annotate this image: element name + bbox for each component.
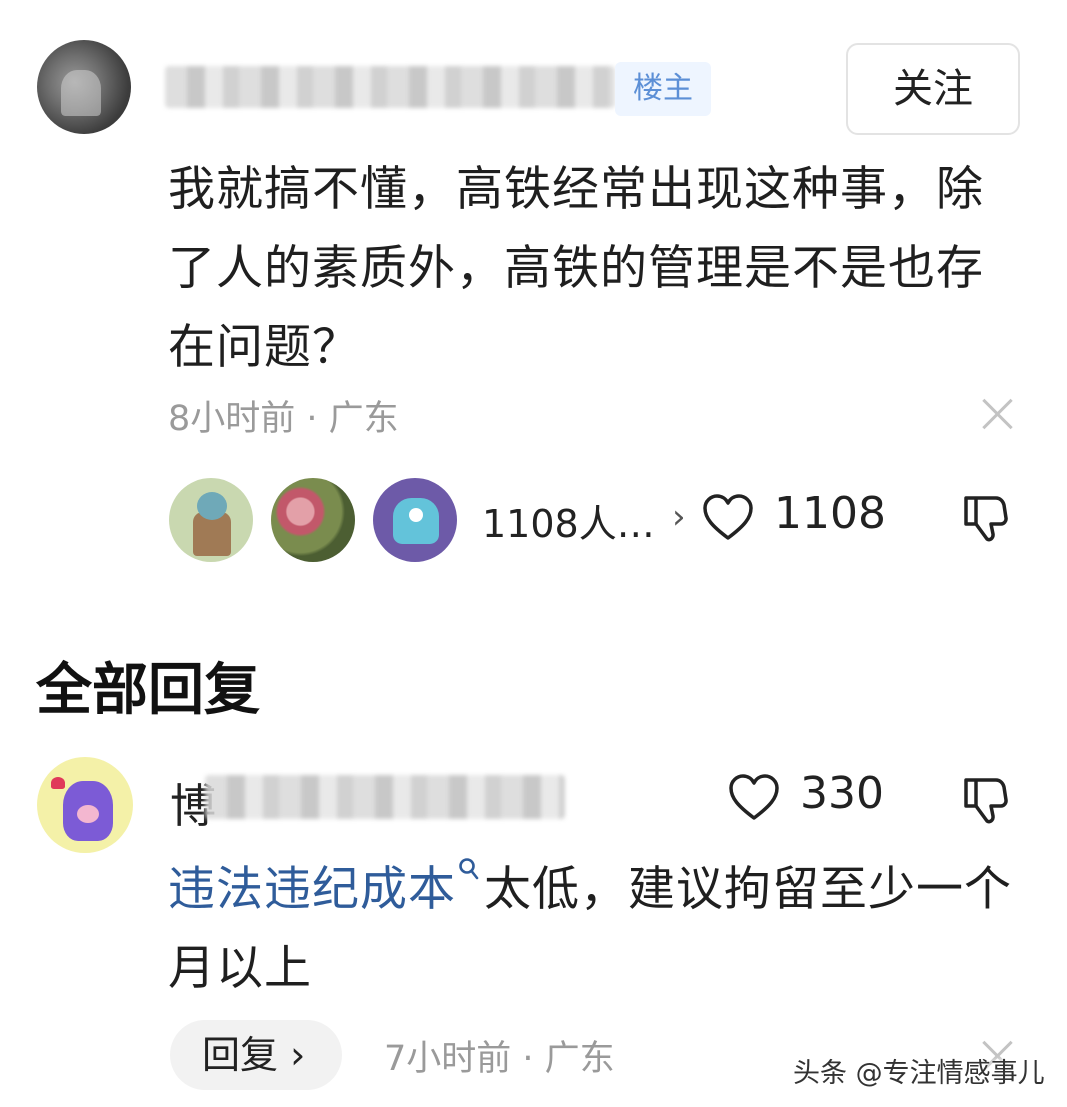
- comment-text: 我就搞不懂，高铁经常出现这种事，除了人的素质外，高铁的管理是不是也存在问题？: [168, 162, 984, 375]
- thumbs-down-icon[interactable]: [960, 774, 1012, 826]
- page: 楼主 关注 我就搞不懂，高铁经常出现这种事，除了人的素质外，高铁的管理是不是也存…: [0, 0, 1067, 1107]
- like-count: 1108: [774, 488, 886, 539]
- chevron-right-icon[interactable]: ›: [672, 497, 686, 537]
- follow-button[interactable]: 关注: [846, 43, 1020, 135]
- likers-summary[interactable]: 1108人…: [482, 493, 655, 548]
- reply-text: 违法违纪成本 太低，建议拘留至少一个月以上: [168, 850, 1028, 1008]
- heart-icon[interactable]: [702, 494, 754, 542]
- replies-section-title: 全部回复: [36, 658, 260, 723]
- watermark: 头条 @专注情感事儿: [793, 1058, 1045, 1089]
- blurred-username: [165, 66, 615, 108]
- blurred-username: [205, 775, 565, 819]
- search-link[interactable]: 违法违纪成本: [168, 862, 456, 917]
- avatar-reply[interactable]: [37, 757, 133, 853]
- reply-meta: 7小时前 · 广东: [384, 1039, 615, 1079]
- reply-button[interactable]: 回复 ›: [170, 1020, 342, 1090]
- comment-meta: 8小时前 · 广东: [168, 399, 399, 439]
- liker-avatar-1[interactable]: [169, 478, 253, 562]
- liker-avatar-2[interactable]: [271, 478, 355, 562]
- liker-avatar-3[interactable]: [373, 478, 457, 562]
- search-icon[interactable]: [458, 857, 480, 883]
- thumbs-down-icon[interactable]: [960, 492, 1012, 544]
- avatar-main[interactable]: [37, 40, 131, 134]
- heart-icon[interactable]: [728, 774, 780, 822]
- reply-like-count: 330: [800, 768, 884, 819]
- close-icon[interactable]: [980, 396, 1014, 430]
- author-badge: 楼主: [615, 62, 711, 116]
